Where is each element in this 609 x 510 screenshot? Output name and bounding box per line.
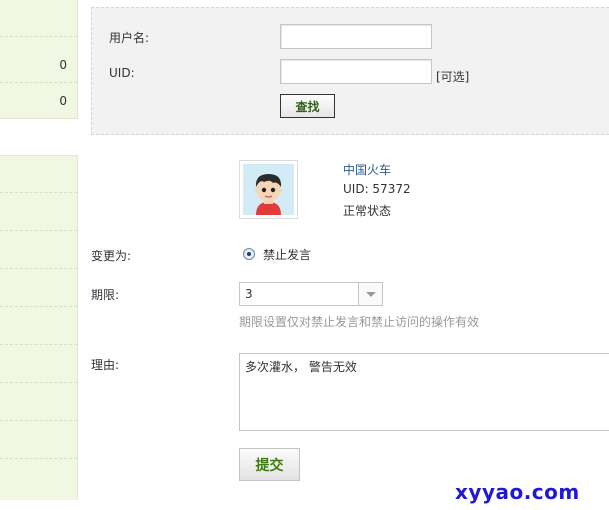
user-search-panel: 用户名: UID: [可选] 查找 [91,7,609,135]
sidebar-row: 0 [0,84,77,121]
ban-speech-radio[interactable] [243,248,255,260]
sidebar-bottom-panel [0,155,78,500]
submit-button[interactable]: 提交 [239,448,300,481]
sidebar-divider [0,382,77,383]
sidebar-divider [0,192,77,193]
sidebar-count: 0 [59,94,67,108]
period-label: 期限: [91,288,120,302]
sidebar-row [0,0,77,37]
sidebar-row: 0 [0,46,77,83]
avatar [239,160,298,219]
watermark-text: xyyao.com [455,480,580,504]
user-uid: UID: 57372 [343,182,411,196]
sidebar-divider [0,458,77,459]
avatar-image [243,164,294,215]
user-avatar-icon [243,164,294,215]
reason-textarea[interactable]: 多次灌水， 警告无效 [239,353,609,431]
sidebar-divider [0,230,77,231]
chevron-down-icon[interactable] [358,283,382,305]
sidebar-top-panel: 0 0 [0,0,78,119]
user-status: 正常状态 [343,204,392,218]
ban-speech-option-label[interactable]: 禁止发言 [263,246,311,263]
uid-label: UID: [109,66,135,80]
reason-label: 理由: [91,358,120,372]
sidebar-count: 0 [59,58,67,72]
period-hint: 期限设置仅对禁止发言和禁止访问的操作有效 [239,315,480,329]
sidebar-divider [0,344,77,345]
sidebar-divider [0,420,77,421]
sidebar-divider [0,306,77,307]
change-to-label: 变更为: [91,249,132,263]
period-select[interactable]: 3 [239,282,383,306]
search-button[interactable]: 查找 [280,94,335,118]
username-input[interactable] [280,24,432,49]
period-select-value: 3 [245,287,253,301]
sidebar-divider [0,268,77,269]
user-name-link[interactable]: 中国火车 [343,161,391,178]
uid-optional-note: [可选] [436,70,470,84]
uid-input[interactable] [280,59,432,84]
username-label: 用户名: [109,31,150,45]
